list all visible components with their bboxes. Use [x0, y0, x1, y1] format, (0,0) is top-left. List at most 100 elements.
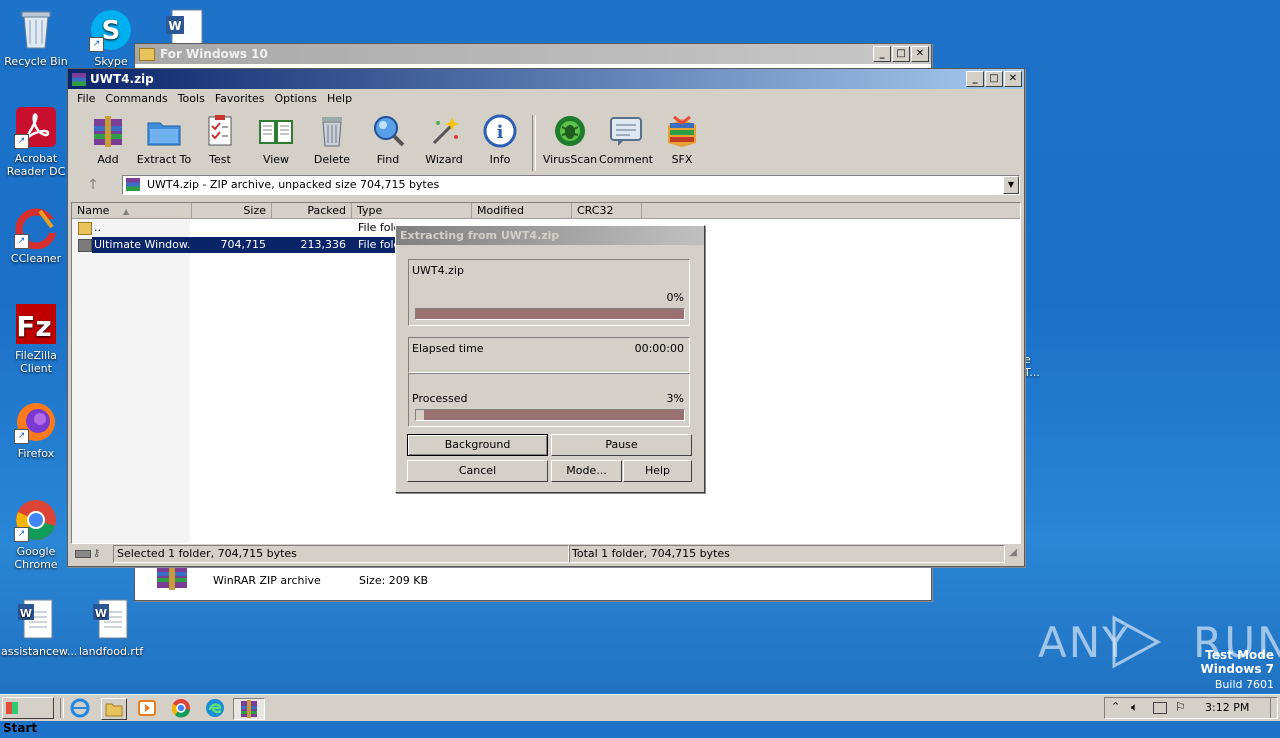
cancel-button[interactable]: Cancel [407, 460, 548, 482]
column-header-packed[interactable]: Packed [272, 203, 352, 219]
extract-dialog[interactable]: Extracting from UWT4.zip UWT4.zip 0% Ela… [395, 225, 705, 493]
desktop-icon-acrobat[interactable]: ↗ Acrobat Reader DC [1, 105, 71, 178]
pause-button[interactable]: Pause [551, 434, 692, 456]
toolbar-extract-to-button[interactable]: Extract To [136, 111, 192, 166]
address-bar[interactable]: UWT4.zip - ZIP archive, unpacked size 70… [122, 175, 1020, 195]
winrar-titlebar[interactable]: UWT4.zip _ □ ✕ [68, 69, 1024, 89]
action-center-flag-icon[interactable]: ⚐ [1175, 700, 1186, 714]
column-header-type[interactable]: Type [352, 203, 472, 219]
test-checklist-icon [202, 113, 238, 149]
skype-icon: S ↗ [89, 8, 133, 52]
desktop-icon-label: Recycle Bin [4, 55, 68, 68]
show-hidden-icons-button[interactable]: ⌃ [1111, 700, 1120, 713]
volume-icon[interactable]: 🔈︎ [1131, 700, 1138, 715]
minimize-button[interactable]: _ [873, 46, 891, 62]
menu-file[interactable]: File [72, 92, 100, 105]
menu-help[interactable]: Help [322, 92, 357, 105]
shortcut-arrow-icon: ↗ [89, 37, 104, 52]
desktop-icon-label: Firefox [17, 447, 55, 460]
folder-icon [78, 239, 92, 252]
address-dropdown-button[interactable]: ▼ [1003, 176, 1019, 194]
toolbar-label: Test [209, 153, 231, 166]
help-button[interactable]: Help [623, 460, 692, 482]
extract-dialog-titlebar[interactable]: Extracting from UWT4.zip [396, 226, 704, 245]
sort-ascending-icon: ▲ [122, 207, 130, 216]
desktop-icon-assistance[interactable]: W assistancew... [1, 598, 77, 658]
resize-grip-icon[interactable]: ◢ [1009, 547, 1017, 558]
desktop-icon-landfood[interactable]: W landfood.rtf [76, 598, 146, 658]
row-type: File fold [358, 221, 398, 234]
column-header-modified[interactable]: Modified [472, 203, 572, 219]
start-button[interactable]: Start [2, 697, 54, 735]
build-text: Build 7601 [1214, 678, 1274, 691]
toolbar-sfx-button[interactable]: SFX [654, 111, 710, 166]
info-icon: i [482, 113, 518, 149]
extract-dialog-title: Extracting from UWT4.zip [400, 229, 560, 242]
sfx-box-icon [664, 113, 700, 149]
clock[interactable]: 3:12 PM [1205, 701, 1249, 714]
menu-commands[interactable]: Commands [100, 92, 172, 105]
edge-icon[interactable] [205, 698, 225, 718]
internet-explorer-icon[interactable] [70, 698, 90, 718]
word-document-icon[interactable]: W [164, 8, 208, 48]
comment-icon [608, 113, 644, 149]
taskbar: Start ⌃ 🔈︎ ⚐ 3:12 PM [0, 694, 1280, 735]
desktop-icon-label: Acrobat Reader DC [6, 152, 66, 178]
desktop-icon-chrome[interactable]: ↗ Google Chrome [1, 498, 71, 571]
address-text: UWT4.zip - ZIP archive, unpacked size 70… [147, 178, 440, 191]
toolbar-label: Comment [599, 153, 653, 166]
media-player-icon[interactable] [137, 698, 157, 718]
desktop-icon-label: landfood.rtf [78, 645, 144, 658]
column-header-name[interactable]: Name ▲ [72, 203, 192, 219]
column-header-crc32[interactable]: CRC32 [572, 203, 642, 219]
magic-wand-icon [426, 113, 462, 149]
toolbar-comment-button[interactable]: Comment [598, 111, 654, 166]
desktop-icon-ccleaner[interactable]: ↗ CCleaner [1, 205, 71, 265]
chrome-taskbar-icon[interactable] [171, 698, 191, 718]
toolbar-find-button[interactable]: Find [360, 111, 416, 166]
view-book-icon [258, 113, 294, 149]
elapsed-group: Elapsed time 00:00:00 [408, 337, 690, 373]
close-button[interactable]: ✕ [1004, 71, 1022, 87]
up-arrow-button[interactable]: ↑ [78, 175, 108, 195]
archive-name: UWT4.zip [412, 264, 464, 277]
network-icon[interactable] [1153, 702, 1167, 714]
close-button[interactable]: ✕ [911, 46, 929, 62]
menu-bar: File Commands Tools Favorites Options He… [68, 89, 1024, 107]
chevron-down-icon: ▼ [1007, 180, 1015, 189]
elapsed-value: 00:00:00 [634, 342, 684, 355]
winrar-taskbar-button[interactable] [233, 698, 265, 720]
desktop-icon-recycle-bin[interactable]: Recycle Bin [1, 8, 71, 68]
desktop-partial-label: e [1024, 353, 1031, 366]
toolbar-delete-button[interactable]: Delete [304, 111, 360, 166]
extract-folder-icon [146, 113, 182, 149]
background-window-titlebar[interactable]: For Windows 10 _ □ ✕ [135, 44, 931, 64]
toolbar-test-button[interactable]: Test [192, 111, 248, 166]
column-header-size[interactable]: Size [192, 203, 272, 219]
toolbar-virusscan-button[interactable]: VirusScan [542, 111, 598, 166]
trash-icon [314, 113, 350, 149]
toolbar-wizard-button[interactable]: Wizard [416, 111, 472, 166]
desktop-icon-filezilla[interactable]: Fz FileZilla Client [1, 302, 71, 375]
show-desktop-button[interactable] [1270, 698, 1277, 718]
minimize-button[interactable]: _ [966, 71, 984, 87]
background-button[interactable]: Background [407, 434, 548, 456]
desktop-icon-firefox[interactable]: ↗ Firefox [1, 400, 71, 460]
magnifier-icon [370, 113, 406, 149]
quicklaunch-divider [60, 698, 64, 718]
toolbar-view-button[interactable]: View [248, 111, 304, 166]
toolbar-info-button[interactable]: i Info [472, 111, 528, 166]
menu-tools[interactable]: Tools [173, 92, 210, 105]
menu-favorites[interactable]: Favorites [210, 92, 270, 105]
maximize-button[interactable]: □ [892, 46, 910, 62]
mode-button[interactable]: Mode... [551, 460, 622, 482]
list-left-gutter [72, 219, 190, 543]
toolbar-label: Add [97, 153, 119, 166]
toolbar-label: Find [376, 153, 400, 166]
menu-options[interactable]: Options [270, 92, 322, 105]
maximize-button[interactable]: □ [985, 71, 1003, 87]
winrar-window-title: UWT4.zip [90, 72, 154, 86]
toolbar-add-button[interactable]: Add [80, 111, 136, 166]
file-explorer-taskbar-button[interactable] [101, 698, 127, 720]
processed-percent: 3% [666, 392, 684, 405]
